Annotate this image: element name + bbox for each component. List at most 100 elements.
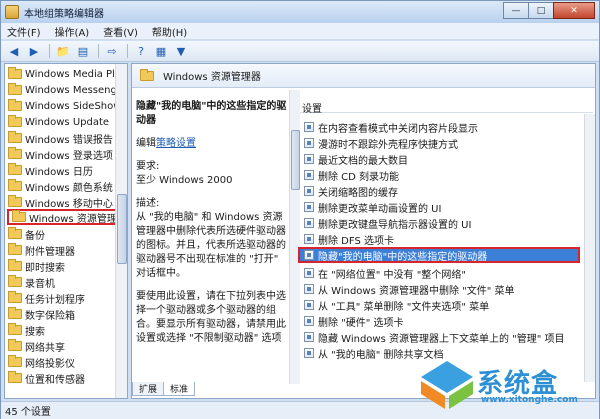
edit-policy-link[interactable]: 策略设置 bbox=[156, 138, 196, 149]
menu-view[interactable]: 查看(V) bbox=[103, 24, 138, 39]
setting-row-selected[interactable]: 隐藏"我的电脑"中的这些指定的驱动器 bbox=[298, 247, 580, 263]
scroll-thumb[interactable] bbox=[291, 130, 300, 190]
policy-setting-icon bbox=[304, 300, 314, 310]
folder-icon bbox=[8, 67, 22, 79]
folder-icon bbox=[8, 83, 22, 95]
setting-row[interactable]: 删除更改键盘导航指示器设置的 UI bbox=[300, 215, 582, 231]
policy-setting-icon bbox=[304, 154, 314, 164]
tree-item[interactable]: Windows SideShow bbox=[5, 98, 121, 114]
requirements: 要求: 至少 Windows 2000 bbox=[136, 160, 288, 188]
menu-action[interactable]: 操作(A) bbox=[55, 24, 90, 39]
folder-icon bbox=[8, 115, 22, 127]
view-tabs: 扩展 标准 bbox=[132, 382, 332, 398]
setting-row[interactable]: 在内容查看模式中关闭内容片段显示 bbox=[300, 119, 582, 135]
description: 描述: 从 "我的电脑" 和 Windows 资源管理器中删除代表所选硬件驱动器的… bbox=[136, 197, 288, 281]
policy-setting-icon bbox=[304, 218, 314, 228]
folder-icon bbox=[8, 243, 22, 255]
maximize-button[interactable]: □ bbox=[528, 2, 554, 19]
tree-item[interactable]: 附件管理器 bbox=[5, 242, 75, 258]
tree-item[interactable]: Windows 颜色系统 bbox=[5, 178, 113, 194]
setting-row[interactable]: 关闭缩略图的缓存 bbox=[300, 183, 582, 199]
folder-icon bbox=[140, 68, 154, 81]
tree-item[interactable]: Windows 错误报告 bbox=[5, 130, 113, 146]
tree-item[interactable]: 网络投影仪 bbox=[5, 354, 75, 370]
forward-arrow-icon[interactable]: ▶ bbox=[25, 43, 43, 59]
tree-item[interactable]: Windows 日历 bbox=[5, 162, 93, 178]
setting-row[interactable]: 删除 DFS 选项卡 bbox=[300, 231, 582, 247]
setting-row[interactable]: 删除 "硬件" 选项卡 bbox=[300, 313, 582, 329]
tab-extended[interactable]: 扩展 bbox=[132, 382, 165, 396]
folder-icon bbox=[8, 291, 22, 303]
tree-item[interactable]: Windows Update bbox=[5, 114, 109, 130]
help-icon[interactable]: ? bbox=[132, 43, 150, 59]
filter-icon[interactable]: ▼ bbox=[172, 43, 190, 59]
setting-row[interactable]: 删除 CD 刻录功能 bbox=[300, 167, 582, 183]
tree-item[interactable]: 数字保险箱 bbox=[5, 306, 75, 322]
minimize-button[interactable]: — bbox=[503, 2, 529, 19]
policy-setting-icon bbox=[304, 250, 314, 260]
policy-setting-icon bbox=[304, 316, 314, 326]
setting-row[interactable]: 从 "工具" 菜单删除 "文件夹选项" 菜单 bbox=[300, 297, 582, 313]
setting-row[interactable]: 删除更改菜单动画设置的 UI bbox=[300, 199, 582, 215]
setting-row[interactable]: 从 Windows 资源管理器中删除 "文件" 菜单 bbox=[300, 281, 582, 297]
folder-icon bbox=[8, 131, 22, 143]
tree-item[interactable]: 位置和传感器 bbox=[5, 370, 85, 386]
folder-icon bbox=[8, 259, 22, 271]
menu-bar: 文件(F) 操作(A) 查看(V) 帮助(H) bbox=[1, 23, 599, 40]
tree-item[interactable]: Windows 移动中心 bbox=[5, 194, 113, 210]
requirements-label: 要求: bbox=[136, 161, 160, 172]
folder-icon bbox=[8, 195, 22, 207]
tree-pane: Windows Media Play Windows Messenge Wind… bbox=[4, 63, 128, 399]
settings-column-header[interactable] bbox=[300, 96, 593, 113]
tree-item-selected[interactable]: Windows 资源管理器 bbox=[7, 209, 127, 225]
setting-row[interactable]: 最近文档的最大数目 bbox=[300, 151, 582, 167]
properties-icon[interactable]: ▦ bbox=[152, 43, 170, 59]
tree-item[interactable]: 网络共享 bbox=[5, 338, 65, 354]
tree-item[interactable]: 任务计划程序 bbox=[5, 290, 85, 306]
settings-column-title: 设置 bbox=[302, 104, 322, 115]
folder-icon bbox=[8, 323, 22, 335]
close-button[interactable]: ✕ bbox=[553, 2, 595, 19]
app-icon bbox=[5, 5, 19, 19]
tree-scrollbar[interactable] bbox=[115, 64, 127, 398]
policy-setting-icon bbox=[304, 348, 314, 358]
toolbar: ◀ ▶ 📁 ▤ ⇨ ? ▦ ▼ bbox=[1, 41, 599, 62]
scroll-thumb[interactable] bbox=[117, 194, 127, 264]
window-title: 本地组策略编辑器 bbox=[24, 8, 104, 20]
toolbar-separator bbox=[127, 44, 128, 58]
status-text: 45 个设置 bbox=[5, 407, 51, 418]
requirements-value: 至少 Windows 2000 bbox=[136, 175, 233, 186]
description-label: 描述: bbox=[136, 198, 160, 209]
description-scrollbar[interactable] bbox=[289, 90, 300, 384]
policy-setting-icon bbox=[304, 138, 314, 148]
policy-setting-icon bbox=[304, 170, 314, 180]
folder-icon bbox=[8, 339, 22, 351]
menu-help[interactable]: 帮助(H) bbox=[152, 24, 187, 39]
details-pane: Windows 资源管理器 隐藏"我的电脑"中的这些指定的驱动器 编辑策略设置 … bbox=[131, 63, 596, 399]
folder-icon bbox=[8, 275, 22, 287]
setting-row[interactable]: 在 "网络位置" 中没有 "整个网络" bbox=[300, 265, 582, 281]
watermark: 系统盒 www.xitonghe.com bbox=[419, 359, 599, 419]
back-arrow-icon[interactable]: ◀ bbox=[5, 43, 23, 59]
tab-standard[interactable]: 标准 bbox=[163, 382, 196, 396]
tree-item[interactable]: Windows Media Play bbox=[5, 66, 127, 82]
tree-item[interactable]: 搜索 bbox=[5, 322, 45, 338]
show-hide-tree-icon[interactable]: ▤ bbox=[74, 43, 92, 59]
tree-item[interactable]: 备份 bbox=[5, 226, 45, 242]
up-folder-icon[interactable]: 📁 bbox=[54, 43, 72, 59]
tree-item[interactable]: Windows 登录选项 bbox=[5, 146, 113, 162]
settings-scrollbar[interactable] bbox=[584, 114, 595, 382]
setting-row[interactable]: 漫游时不跟踪外壳程序快捷方式 bbox=[300, 135, 582, 151]
watermark-logo-icon bbox=[421, 361, 473, 409]
policy-setting-icon bbox=[304, 186, 314, 196]
edit-prefix: 编辑 bbox=[136, 138, 156, 149]
tree-item[interactable]: 即时搜索 bbox=[5, 258, 65, 274]
folder-icon bbox=[8, 163, 22, 175]
setting-row[interactable]: 隐藏 Windows 资源管理器上下文菜单上的 "管理" 项目 bbox=[300, 329, 582, 345]
menu-file[interactable]: 文件(F) bbox=[7, 24, 41, 39]
export-list-icon[interactable]: ⇨ bbox=[103, 43, 121, 59]
window: 本地组策略编辑器 — □ ✕ 文件(F) 操作(A) 查看(V) 帮助(H) ◀… bbox=[0, 0, 600, 419]
tree-item[interactable]: 录音机 bbox=[5, 274, 55, 290]
folder-icon bbox=[8, 227, 22, 239]
tree-item[interactable]: Windows Messenge bbox=[5, 82, 123, 98]
